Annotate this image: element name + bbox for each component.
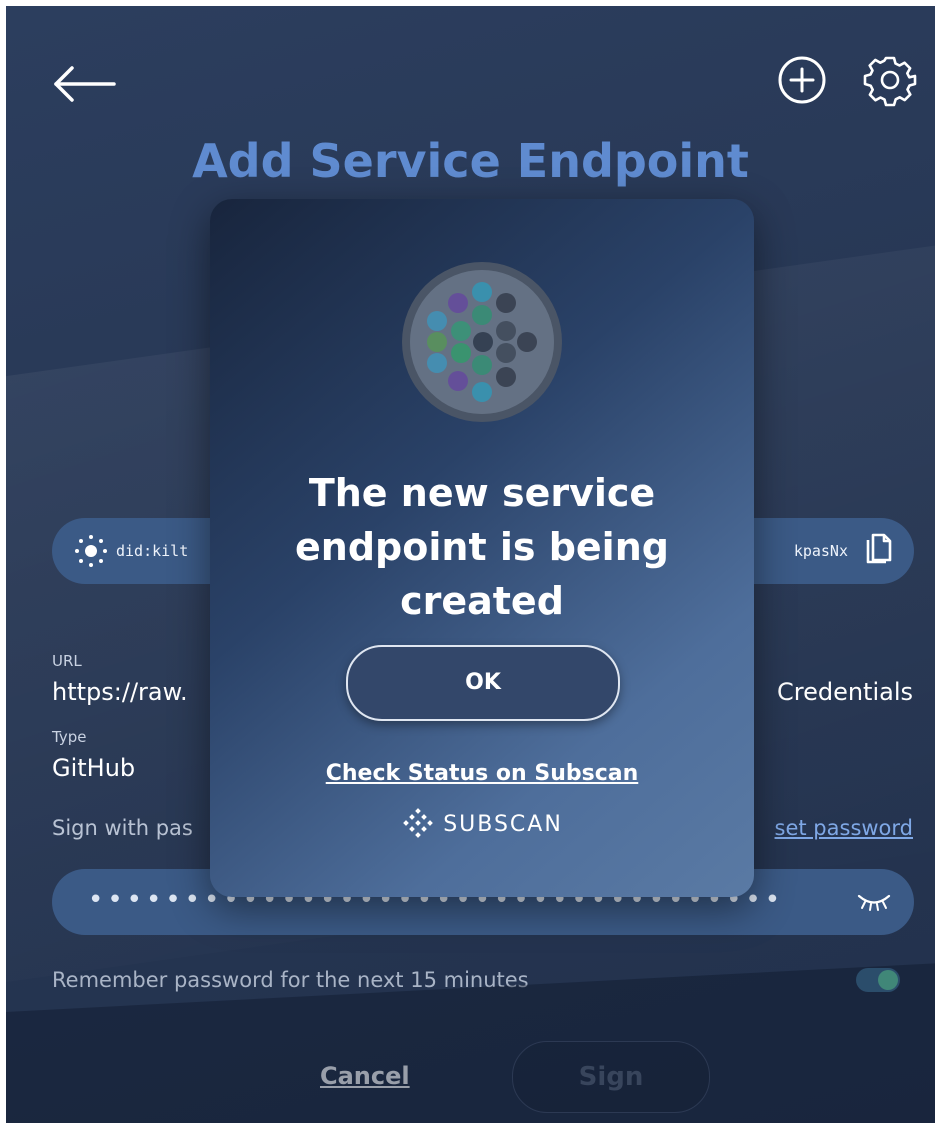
subscan-logo: SUBSCAN: [210, 807, 754, 841]
show-password-button[interactable]: [856, 891, 892, 917]
sparkle-icon: [75, 535, 107, 567]
toggle-knob: [878, 970, 898, 990]
forgot-password-link[interactable]: set password: [775, 816, 913, 840]
type-value: GitHub: [52, 754, 136, 782]
did-suffix: kpasNx: [793, 542, 848, 560]
status-modal: The new service endpoint is being create…: [210, 199, 754, 897]
subscan-logo-icon: [403, 808, 434, 838]
app-window: Add Service Endpoint did:kilt kpasNx URL…: [6, 6, 935, 1123]
cancel-button[interactable]: Cancel: [320, 1062, 410, 1090]
add-button[interactable]: [776, 54, 828, 106]
sign-button[interactable]: Sign: [512, 1041, 710, 1113]
copy-did-button[interactable]: [864, 532, 894, 570]
plus-circle-icon: [778, 56, 826, 104]
type-label: Type: [52, 728, 87, 746]
modal-message: The new service endpoint is being create…: [295, 471, 669, 623]
page-title: Add Service Endpoint: [192, 134, 749, 188]
loading-spinner-icon: [402, 262, 562, 422]
remember-password-toggle[interactable]: [856, 968, 900, 992]
ok-button[interactable]: OK: [346, 645, 620, 721]
remember-password-label: Remember password for the next 15 minute…: [52, 968, 529, 992]
sign-with-password-label: Sign with pas: [52, 816, 193, 840]
arrow-left-icon: [54, 66, 116, 102]
url-value-start: https://raw.: [52, 678, 188, 706]
back-button[interactable]: [50, 48, 118, 108]
copy-icon: [866, 533, 892, 564]
check-status-link[interactable]: Check Status on Subscan: [210, 761, 754, 786]
url-value-end: Credentials: [776, 678, 913, 706]
settings-button[interactable]: [862, 52, 918, 108]
subscan-logo-text: SUBSCAN: [443, 811, 563, 837]
gear-icon: [863, 56, 917, 107]
did-prefix: did:kilt: [116, 542, 189, 560]
eye-closed-icon: [857, 894, 891, 911]
url-label: URL: [52, 652, 82, 670]
